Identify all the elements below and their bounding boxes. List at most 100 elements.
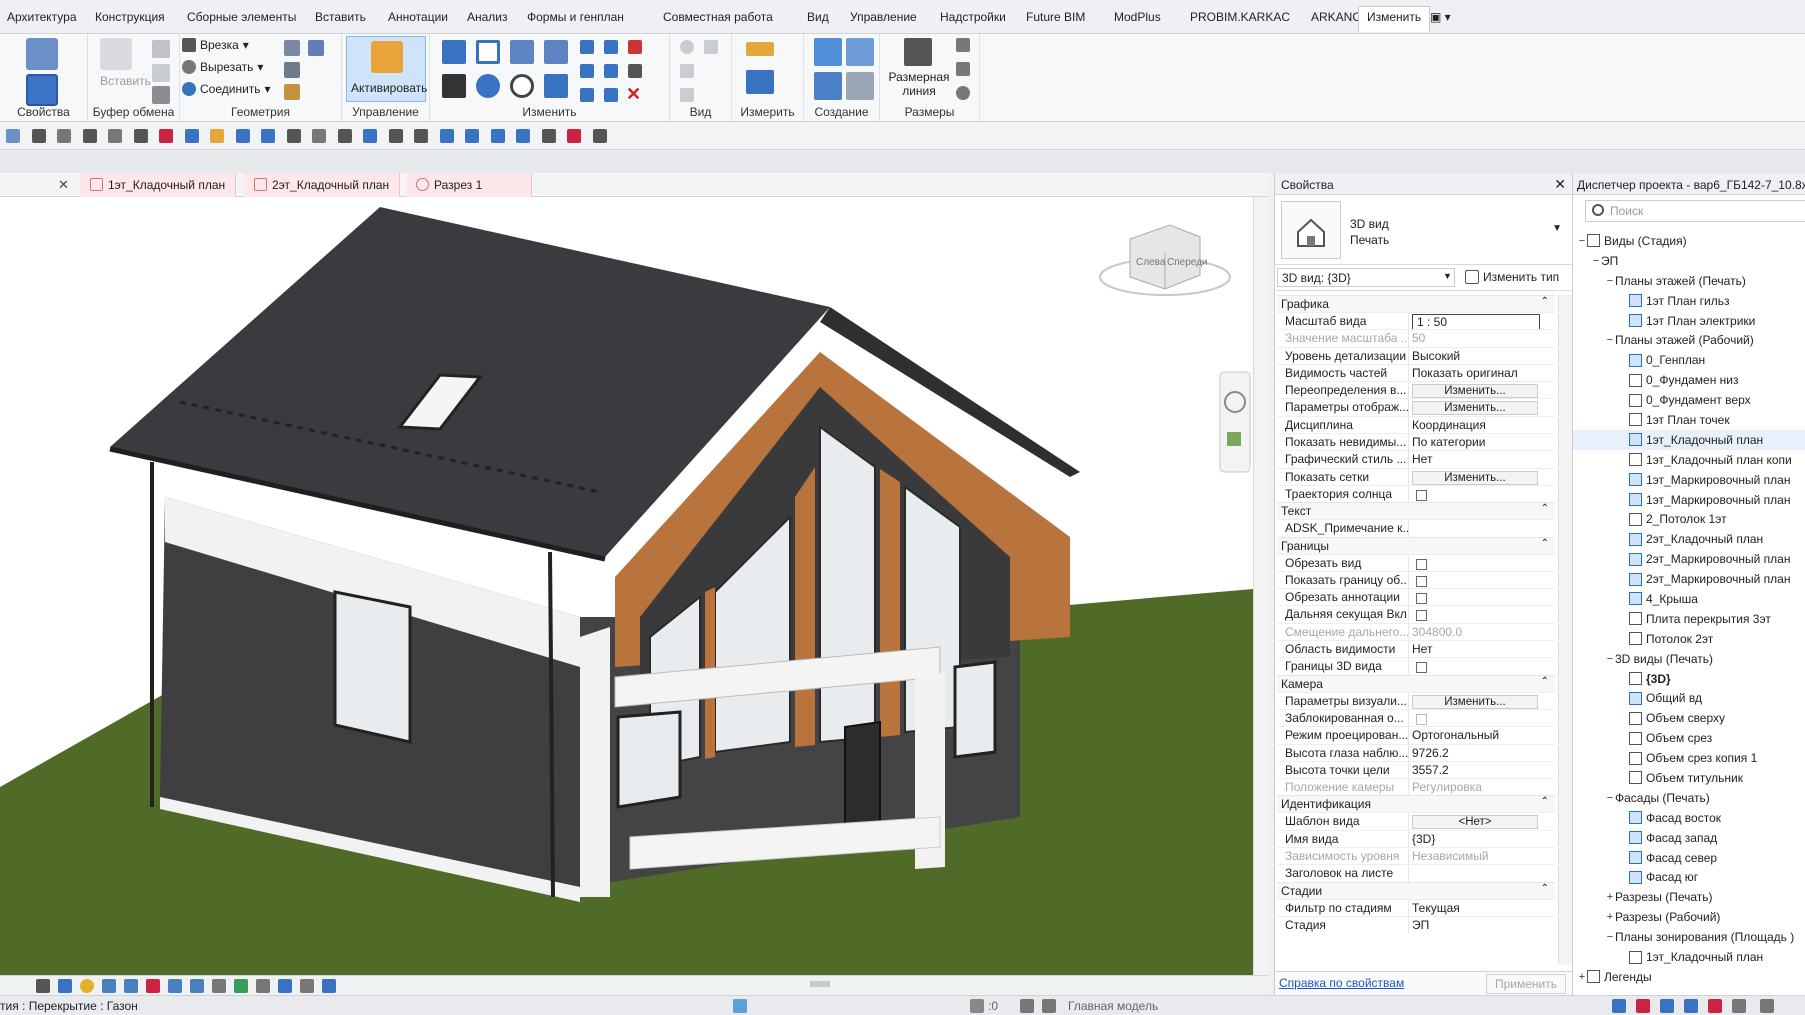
pin-icon[interactable] bbox=[628, 64, 642, 78]
menu-item[interactable]: Анализ bbox=[467, 10, 508, 24]
undo-dropdown-icon[interactable] bbox=[57, 129, 71, 143]
tree-node[interactable]: − Виды (Стадия) bbox=[1573, 231, 1805, 251]
cope-button[interactable]: Врезка ▾ bbox=[182, 38, 249, 52]
property-value[interactable] bbox=[1408, 606, 1555, 623]
tree-node[interactable]: Общий вд bbox=[1573, 688, 1805, 708]
dimension-line-button[interactable]: Размерная линия bbox=[884, 70, 954, 98]
collapse-icon[interactable]: ⌃ bbox=[1541, 296, 1549, 307]
collapse-icon[interactable]: − bbox=[1605, 792, 1615, 804]
array-icon[interactable] bbox=[541, 129, 556, 143]
create-assembly-icon[interactable] bbox=[814, 38, 842, 66]
offset-icon[interactable] bbox=[476, 40, 500, 64]
property-value[interactable]: <Нет> bbox=[1408, 813, 1555, 830]
close-icon[interactable]: ✕ bbox=[58, 177, 69, 193]
property-value[interactable]: 9726.2 bbox=[1408, 744, 1555, 761]
mirror-icon[interactable] bbox=[490, 129, 505, 143]
edit-type-button[interactable]: Изменить тип bbox=[1465, 270, 1559, 284]
extend-icon[interactable] bbox=[604, 88, 618, 102]
expand-icon[interactable]: + bbox=[1577, 971, 1587, 983]
property-value[interactable]: 304800.0 bbox=[1408, 623, 1555, 641]
tree-node[interactable]: Плита перекрытия 3эт bbox=[1573, 609, 1805, 629]
save-icon[interactable] bbox=[159, 129, 173, 143]
measure-icon[interactable] bbox=[746, 42, 774, 56]
tab-view[interactable]: 2эт_Кладочный план bbox=[244, 173, 401, 197]
property-checkbox[interactable] bbox=[1416, 662, 1427, 674]
redo-icon[interactable] bbox=[82, 129, 97, 143]
select-links-icon[interactable] bbox=[1612, 999, 1626, 1013]
tree-node[interactable]: 2эт_Кладочный план bbox=[1573, 529, 1805, 549]
tree-node[interactable]: − Фасады (Печать) bbox=[1573, 788, 1805, 808]
filter-icon[interactable] bbox=[1760, 999, 1774, 1013]
home-3d-icon[interactable] bbox=[312, 129, 326, 143]
menu-item[interactable]: Формы и генплан bbox=[527, 10, 624, 24]
collapse-icon[interactable]: − bbox=[1577, 235, 1587, 247]
show-crop-icon[interactable] bbox=[168, 979, 182, 993]
tree-node[interactable]: Фасад юг bbox=[1573, 868, 1805, 888]
menu-item[interactable]: Вставить bbox=[315, 10, 366, 24]
collapse-icon[interactable]: ⌃ bbox=[1541, 503, 1549, 514]
menu-item[interactable]: Изменить bbox=[1358, 6, 1431, 32]
menu-item[interactable]: Архитектура bbox=[7, 10, 77, 24]
property-checkbox[interactable] bbox=[1416, 575, 1427, 587]
switch-windows-icon[interactable] bbox=[414, 129, 428, 143]
collapse-icon[interactable]: ⌃ bbox=[1541, 676, 1549, 687]
property-value[interactable]: Независимый bbox=[1408, 848, 1555, 865]
property-value[interactable] bbox=[1408, 485, 1555, 503]
chevron-down-icon[interactable]: ▼ bbox=[1443, 271, 1452, 281]
property-value[interactable] bbox=[1408, 554, 1555, 571]
sync-icon[interactable] bbox=[184, 129, 199, 143]
viewcube-left-label[interactable]: Слева bbox=[1136, 257, 1166, 268]
tree-node[interactable]: 1эт_Маркировочный план bbox=[1573, 470, 1805, 490]
close-hidden-icon[interactable] bbox=[388, 129, 403, 143]
highlight-icon[interactable] bbox=[300, 979, 314, 993]
tree-node[interactable]: 0_Генплан bbox=[1573, 350, 1805, 370]
array-icon[interactable] bbox=[580, 64, 594, 78]
property-checkbox[interactable] bbox=[1416, 610, 1427, 622]
tree-node[interactable]: 1эт_Кладочный план bbox=[1573, 947, 1805, 967]
tree-node[interactable]: 4_Крыша bbox=[1573, 589, 1805, 609]
menu-item[interactable]: Сборные элементы bbox=[187, 10, 296, 24]
property-edit-button[interactable]: Изменить... bbox=[1412, 384, 1538, 399]
split-face-icon[interactable] bbox=[308, 40, 324, 56]
tile-icon[interactable] bbox=[439, 129, 454, 143]
sun-path-icon[interactable] bbox=[80, 979, 94, 993]
tree-node[interactable]: 0_Фундамен низ bbox=[1573, 370, 1805, 390]
view-scale-input[interactable]: 1 : 50 bbox=[1412, 314, 1540, 330]
tree-node[interactable]: + Разрезы (Рабочий) bbox=[1573, 907, 1805, 927]
property-value[interactable]: Нет bbox=[1408, 451, 1555, 468]
tree-node[interactable]: + Легенды bbox=[1573, 967, 1805, 987]
align-icon[interactable] bbox=[442, 40, 466, 64]
contextual-dropdown-icon[interactable]: ▣ ▾ bbox=[1430, 10, 1451, 24]
property-checkbox[interactable] bbox=[1416, 558, 1427, 570]
type-properties-icon[interactable] bbox=[26, 38, 58, 70]
type-selector[interactable]: 3D вид Печать ▼ bbox=[1275, 195, 1572, 265]
collapse-icon[interactable]: − bbox=[1605, 334, 1615, 346]
property-value[interactable]: По категории bbox=[1408, 434, 1555, 451]
collapse-icon[interactable]: ⌃ bbox=[1541, 796, 1549, 807]
temp-view-icon[interactable] bbox=[256, 979, 270, 993]
building-model[interactable]: Слева Спереди bbox=[0, 197, 1253, 975]
dim-tool-2-icon[interactable] bbox=[956, 62, 970, 76]
property-checkbox[interactable] bbox=[1416, 593, 1427, 605]
measure-icon[interactable] bbox=[210, 129, 224, 143]
collapse-icon[interactable]: − bbox=[1591, 255, 1601, 267]
search-input[interactable]: Поиск bbox=[1585, 200, 1805, 222]
tree-node[interactable]: − Планы зонирования (Площадь ) bbox=[1573, 927, 1805, 947]
create-similar-icon[interactable] bbox=[846, 72, 874, 100]
reveal-hidden-icon[interactable] bbox=[234, 979, 248, 993]
property-value[interactable]: 1 : 50 bbox=[1408, 313, 1555, 330]
viewcube-front-label[interactable]: Спереди bbox=[1167, 257, 1208, 268]
apply-button[interactable]: Применить bbox=[1485, 974, 1566, 994]
split-gap-icon[interactable] bbox=[604, 40, 618, 54]
customize-icon[interactable] bbox=[592, 129, 607, 143]
dim-settings-icon[interactable] bbox=[956, 86, 970, 100]
design-options-icon[interactable] bbox=[1042, 999, 1056, 1013]
menu-item[interactable]: Future BIM bbox=[1026, 10, 1085, 24]
thin-lines-icon[interactable] bbox=[363, 129, 377, 143]
select-icon[interactable] bbox=[680, 88, 694, 102]
match-properties-icon[interactable] bbox=[152, 86, 170, 104]
wall-joins-icon[interactable] bbox=[284, 40, 300, 56]
tree-node[interactable]: Фасад запад bbox=[1573, 828, 1805, 848]
menu-item[interactable]: PROBIM.KARKAC bbox=[1190, 10, 1290, 24]
rotate-icon[interactable] bbox=[510, 74, 534, 98]
